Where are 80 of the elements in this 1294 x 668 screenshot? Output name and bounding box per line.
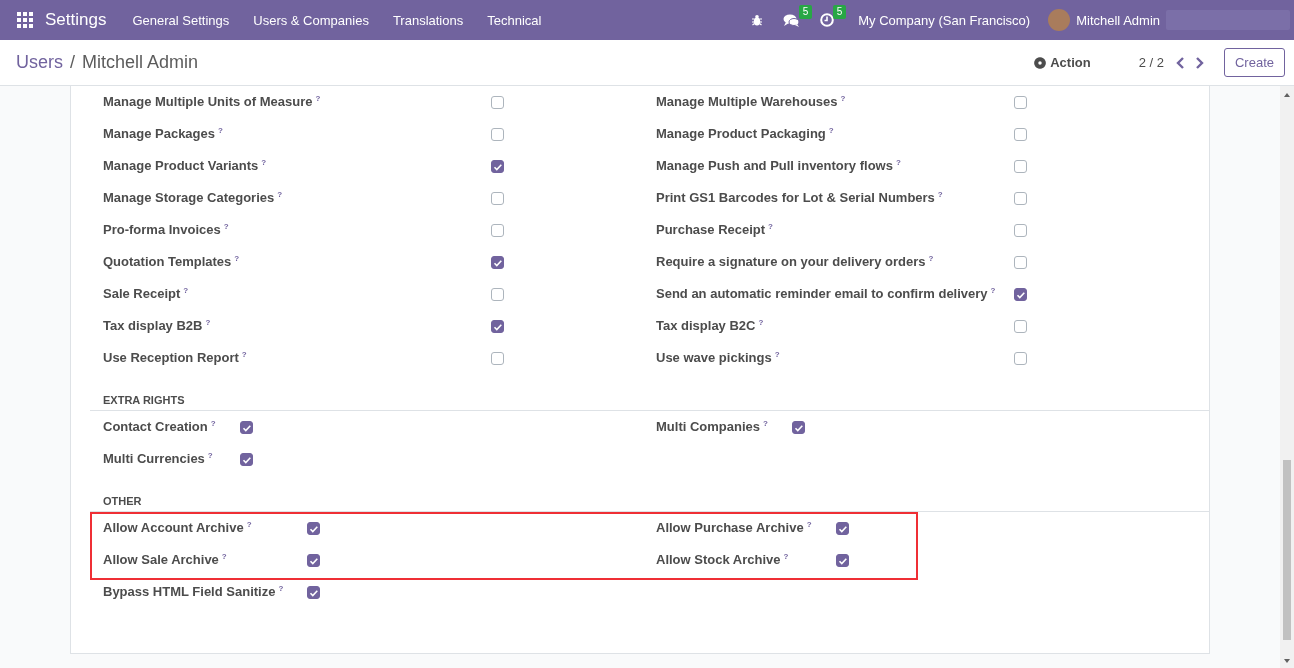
breadcrumb-separator: /	[70, 52, 76, 73]
checkbox[interactable]	[1014, 159, 1027, 173]
checkbox[interactable]	[1014, 127, 1027, 141]
checkbox[interactable]	[1014, 255, 1027, 269]
field-label: Purchase Receipt $^{?}$	[656, 222, 774, 238]
company-switcher[interactable]: My Company (San Francisco)	[858, 12, 1031, 28]
checkbox[interactable]	[791, 420, 805, 434]
pager-value: 2 / 2	[1138, 55, 1164, 70]
bug-icon[interactable]	[751, 14, 764, 26]
checkbox[interactable]	[491, 319, 504, 333]
checkbox[interactable]	[239, 420, 253, 434]
scroll-down-icon[interactable]	[1283, 658, 1291, 664]
checkbox[interactable]	[835, 553, 849, 567]
scroll-thumb[interactable]	[1283, 460, 1291, 640]
field-label: Allow Stock Archive $^{?}$	[656, 552, 790, 568]
activity-count-badge: 5	[832, 5, 847, 19]
checkbox[interactable]	[491, 287, 504, 301]
field-label: Manage Multiple Warehouses $^{?}$	[656, 94, 847, 110]
field-label: Tax display B2C $^{?}$	[656, 318, 765, 334]
field-label: Multi Currencies $^{?}$	[103, 451, 214, 467]
breadcrumb-current: Mitchell Admin	[82, 52, 199, 73]
checkbox[interactable]	[491, 95, 504, 109]
checkbox[interactable]	[491, 159, 504, 173]
field-label: Allow Account Archive $^{?}$	[103, 520, 253, 536]
apps-menu-icon[interactable]	[17, 12, 33, 28]
message-count-badge: 5	[798, 4, 813, 19]
field-label: Use wave pickings $^{?}$	[656, 350, 781, 366]
field-label: Send an automatic reminder email to confirm delivery $^{?}$	[656, 286, 997, 302]
next-icon[interactable]	[1194, 56, 1204, 69]
field-label: Pro-forma Invoices $^{?}$	[103, 222, 230, 238]
scrollbar[interactable]	[1280, 86, 1294, 668]
previous-icon[interactable]	[1175, 56, 1185, 69]
field-label: Manage Product Variants $^{?}$	[103, 158, 268, 174]
field-label: Require a signature on your delivery orders $^{?}$	[656, 254, 935, 270]
breadcrumb-link[interactable]: Users	[16, 52, 63, 73]
field-label: Manage Product Packaging $^{?}$	[656, 126, 835, 142]
checkbox[interactable]	[1014, 319, 1027, 333]
checkbox[interactable]	[491, 351, 504, 365]
create-button[interactable]: Create	[1223, 48, 1285, 77]
checkbox[interactable]	[491, 191, 504, 205]
field-label: Contact Creation $^{?}$	[103, 419, 216, 435]
checkbox[interactable]	[491, 127, 504, 141]
checkbox[interactable]	[1014, 287, 1027, 301]
checkbox[interactable]	[1014, 223, 1027, 237]
checkbox[interactable]	[835, 521, 849, 535]
app-title[interactable]: Settings	[45, 10, 107, 30]
field-label: Manage Packages $^{?}$	[103, 126, 224, 142]
checkbox[interactable]	[307, 521, 321, 535]
action-menu[interactable]: Action	[1034, 55, 1091, 70]
field-label: Use Reception Report $^{?}$	[103, 350, 248, 366]
checkbox[interactable]	[307, 553, 321, 567]
field-label: Bypass HTML Field Sanitize $^{?}$	[103, 584, 284, 600]
checkbox[interactable]	[491, 255, 504, 269]
gear-icon	[1034, 56, 1047, 69]
checkbox[interactable]	[307, 585, 321, 599]
scroll-up-icon[interactable]	[1283, 92, 1291, 98]
field-label: Allow Purchase Archive $^{?}$	[656, 520, 812, 536]
chat-icon[interactable]	[783, 12, 801, 28]
clock-icon[interactable]	[820, 13, 835, 27]
menu-item[interactable]: General Settings	[120, 12, 242, 28]
section-title: OTHER	[90, 495, 1209, 512]
field-label: Quotation Templates $^{?}$	[103, 254, 241, 270]
field-label: Print GS1 Barcodes for Lot & Serial Numbers $^{?}$	[656, 190, 944, 206]
checkbox[interactable]	[1014, 191, 1027, 205]
user-menu[interactable]: Mitchell Admin	[1076, 12, 1160, 28]
field-label: Allow Sale Archive $^{?}$	[103, 552, 228, 568]
field-label: Manage Push and Pull inventory flows $^{?}$	[656, 158, 902, 174]
field-label: Sale Receipt $^{?}$	[103, 286, 190, 302]
menu-item[interactable]: Technical	[475, 12, 554, 28]
field-label: Tax display B2B $^{?}$	[103, 318, 212, 334]
section-title: EXTRA RIGHTS	[90, 394, 1209, 411]
field-label: Multi Companies $^{?}$	[656, 419, 768, 435]
checkbox[interactable]	[1014, 95, 1027, 109]
checkbox[interactable]	[491, 223, 504, 237]
menu-item[interactable]: Users & Companies	[241, 12, 381, 28]
checkbox[interactable]	[239, 452, 253, 466]
field-label: Manage Multiple Units of Measure $^{?}$	[103, 94, 322, 110]
menu-item[interactable]: Translations	[380, 12, 476, 28]
field-label: Manage Storage Categories $^{?}$	[103, 190, 284, 206]
checkbox[interactable]	[1014, 351, 1027, 365]
